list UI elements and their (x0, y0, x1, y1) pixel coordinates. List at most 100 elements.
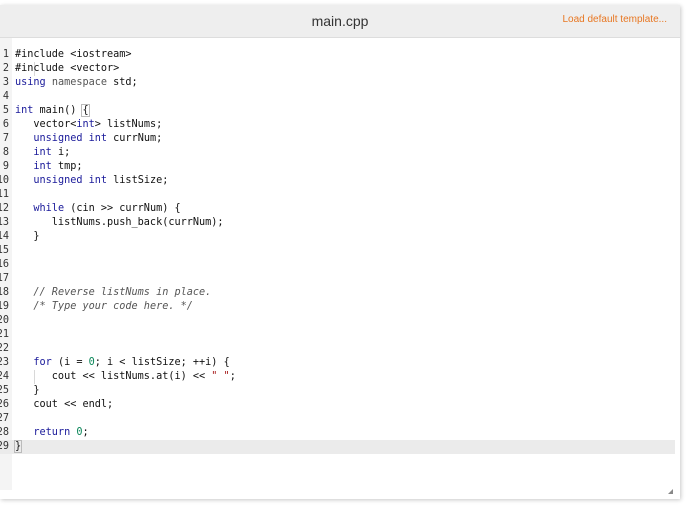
line-number: 17 (0, 273, 9, 284)
line-number: 25 (0, 385, 9, 396)
code-line[interactable]: 14 } (0, 230, 675, 244)
code-text: } (15, 230, 40, 244)
code-text: int i; (15, 146, 70, 160)
code-line[interactable]: 24 cout << listNums.at(i) << " "; (0, 370, 675, 384)
code-editor-panel: main.cpp Load default template... 1 #incl… (0, 5, 680, 499)
code-token: listNums.push_back(currNum); (15, 217, 224, 228)
code-line[interactable]: 3 using namespace std; (0, 76, 675, 90)
code-token: #include <iostream> (15, 49, 132, 60)
code-token: int (33, 147, 52, 158)
code-line[interactable]: 17 (0, 272, 675, 286)
code-token: int (33, 161, 52, 172)
code-line[interactable]: 25 } (0, 384, 675, 398)
code-text: using namespace std; (15, 76, 138, 90)
code-line[interactable]: 29} (0, 440, 675, 454)
code-token: } (15, 231, 40, 242)
code-token: while (33, 203, 65, 214)
code-line[interactable]: 23 for (i = 0; i < listSize; ++i) { (0, 356, 675, 370)
code-lines: 1 #include <iostream> 2 #include <vector> 3 u… (0, 48, 675, 454)
line-number: 4 (2, 91, 9, 102)
code-line[interactable]: 28 return 0; (0, 426, 675, 440)
code-line[interactable]: 8 int i; (0, 146, 675, 160)
code-text: // Reverse listNums in place. (15, 286, 211, 300)
code-token: tmp; (51, 161, 83, 172)
code-line[interactable]: 12 while (cin >> currNum) { (0, 202, 675, 216)
code-text: for (i = 0; i < listSize; ++i) { (15, 356, 230, 370)
code-token: namespace (51, 77, 108, 88)
line-number: 11 (0, 189, 9, 200)
code-token: main() (33, 105, 83, 116)
line-number: 8 (2, 147, 9, 158)
code-text: unsigned int currNum; (15, 132, 162, 146)
code-line[interactable]: 2 #include <vector> (0, 62, 675, 76)
line-number: 13 (0, 217, 9, 228)
code-line[interactable]: 18 // Reverse listNums in place. (0, 286, 675, 300)
code-line[interactable]: 4 (0, 90, 675, 104)
code-token: int (76, 119, 95, 130)
code-line[interactable]: 21 (0, 328, 675, 342)
code-token: (cin >> currNum) { (64, 203, 181, 214)
code-text: #include <vector> (15, 62, 119, 76)
code-text: } (15, 384, 40, 398)
line-number: 10 (0, 175, 9, 186)
line-number: 9 (2, 161, 9, 172)
code-token: > listNums; (94, 119, 163, 130)
code-token: std; (107, 77, 138, 88)
code-editor[interactable]: 1 #include <iostream> 2 #include <vector> 3 u… (0, 38, 680, 499)
code-line[interactable]: 26 cout << endl; (0, 398, 675, 412)
code-token: currNum; (107, 133, 163, 144)
code-line[interactable]: 5 int main() { (0, 104, 675, 118)
line-number: 21 (0, 329, 9, 340)
code-token: for (33, 357, 52, 368)
line-number: 22 (0, 343, 9, 354)
line-number: 5 (2, 105, 9, 116)
code-line[interactable]: 16 (0, 258, 675, 272)
line-number: 23 (0, 357, 9, 368)
line-number: 16 (0, 259, 9, 270)
code-token: (i = (51, 357, 89, 368)
code-line[interactable]: 13 listNums.push_back(currNum); (0, 216, 675, 230)
code-text: int tmp; (15, 160, 82, 174)
code-token: ; i < listSize; ++i) { (94, 357, 230, 368)
code-token: unsigned (33, 175, 83, 186)
code-line[interactable]: 20 (0, 314, 675, 328)
code-text: } (13, 440, 23, 454)
code-line[interactable]: 19 /* Type your code here. */ (0, 300, 675, 314)
code-text: return 0; (15, 426, 88, 440)
code-token: // Reverse listNums in place. (33, 287, 212, 298)
load-default-template-link[interactable]: Load default template... (562, 14, 667, 25)
resize-handle[interactable] (668, 489, 673, 494)
line-number: 24 (0, 371, 9, 382)
code-token: int (88, 133, 108, 144)
code-token: i; (51, 147, 71, 158)
code-text: while (cin >> currNum) { (15, 202, 181, 216)
code-token: int (15, 105, 34, 116)
code-line[interactable]: 27 (0, 412, 675, 426)
code-line[interactable]: 6 vector<int> listNums; (0, 118, 675, 132)
code-line[interactable]: 1 #include <iostream> (0, 48, 675, 62)
code-token: cout << listNums.at(i) << (15, 371, 212, 382)
line-number: 20 (0, 315, 9, 326)
line-number: 14 (0, 231, 9, 242)
matched-brace: { (81, 104, 90, 117)
code-text: #include <iostream> (15, 48, 132, 62)
code-token: " " (211, 371, 230, 382)
code-token: } (15, 385, 40, 396)
code-line[interactable]: 15 (0, 244, 675, 258)
code-line[interactable]: 10 unsigned int listSize; (0, 174, 675, 188)
line-number: 12 (0, 203, 9, 214)
code-text: unsigned int listSize; (15, 174, 168, 188)
code-line[interactable]: 9 int tmp; (0, 160, 675, 174)
code-text: cout << listNums.at(i) << " "; (15, 370, 236, 384)
code-token: listSize; (107, 175, 169, 186)
code-line[interactable]: 7 unsigned int currNum; (0, 132, 675, 146)
code-line[interactable]: 22 (0, 342, 675, 356)
line-number: 26 (0, 399, 9, 410)
code-line[interactable]: 11 (0, 188, 675, 202)
